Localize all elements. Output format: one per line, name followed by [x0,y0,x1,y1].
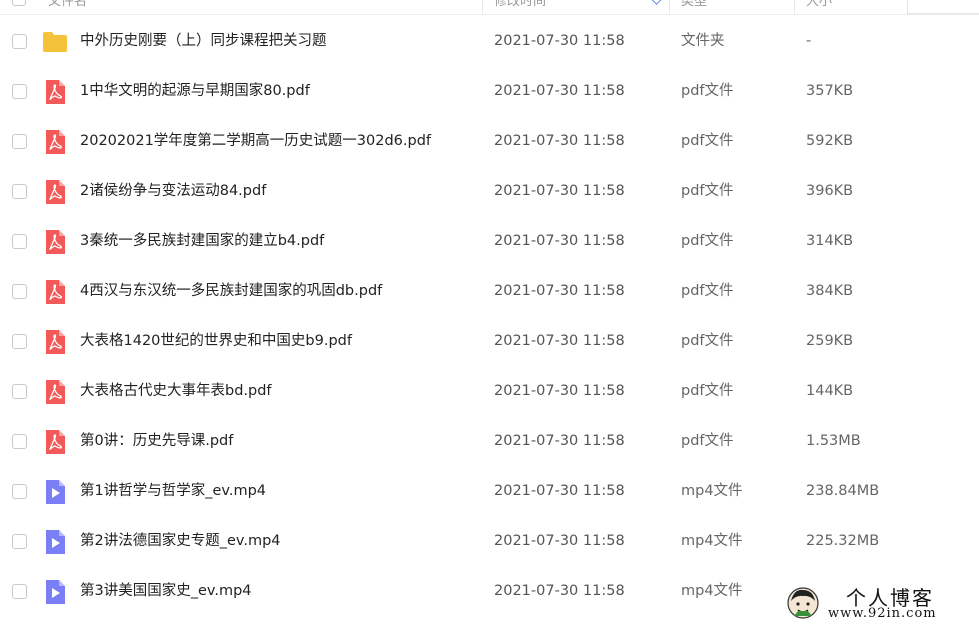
file-name[interactable]: 第1讲哲学与哲学家_ev.mp4 [80,481,266,501]
file-modified-time: 2021-07-30 11:58 [494,83,625,99]
sort-descending-icon[interactable] [650,0,663,5]
file-size: 384KB [806,283,854,299]
select-all-checkbox[interactable] [12,0,26,6]
file-name[interactable]: 第0讲：历史先导课.pdf [80,431,233,451]
pdf-file-icon [42,229,68,255]
file-name[interactable]: 中外历史刚要（上）同步课程把关习题 [80,31,327,51]
file-list: 中外历史刚要（上）同步课程把关习题 2021-07-30 11:58 文件夹 - 1中华… [0,16,979,616]
file-row[interactable]: 第0讲：历史先导课.pdf 2021-07-30 11:58 pdf文件 1.53MB [0,416,979,466]
file-row[interactable]: 1中华文明的起源与早期国家80.pdf 2021-07-30 11:58 pdf文件… [0,66,979,116]
file-type: mp4文件 [681,483,743,499]
file-type: pdf文件 [681,383,734,399]
file-modified-time: 2021-07-30 11:58 [494,183,625,199]
row-checkbox[interactable] [12,584,27,599]
file-modified-time: 2021-07-30 11:58 [494,533,625,549]
file-modified-time: 2021-07-30 11:58 [494,33,625,49]
file-type: pdf文件 [681,283,734,299]
column-divider[interactable] [482,0,483,14]
file-name[interactable]: 1中华文明的起源与早期国家80.pdf [80,81,310,101]
file-name[interactable]: 4西汉与东汉统一多民族封建国家的巩固db.pdf [80,281,382,301]
column-divider[interactable] [669,0,670,14]
file-type: pdf文件 [681,133,734,149]
file-name[interactable]: 大表格古代史大事年表bd.pdf [80,381,272,401]
file-modified-time: 2021-07-30 11:58 [494,433,625,449]
folder-icon [42,29,68,55]
file-name[interactable]: 第2讲法德国家史专题_ev.mp4 [80,531,281,551]
pdf-file-icon [42,379,68,405]
file-size: 1.53MB [806,433,861,449]
file-size: 144KB [806,383,854,399]
column-header-time[interactable]: 修改时间 [494,0,546,13]
column-header-type[interactable]: 类型 [681,0,707,13]
pdf-file-icon [42,129,68,155]
file-type: 文件夹 [681,33,725,49]
pdf-file-icon [42,279,68,305]
file-modified-time: 2021-07-30 11:58 [494,133,625,149]
file-row[interactable]: 3秦统一多民族封建国家的建立b4.pdf 2021-07-30 11:58 pdf文… [0,216,979,266]
file-size: 238.84MB [806,483,880,499]
file-size: 225.32MB [806,533,880,549]
row-checkbox[interactable] [12,134,27,149]
row-checkbox[interactable] [12,234,27,249]
file-modified-time: 2021-07-30 11:58 [494,383,625,399]
pdf-file-icon [42,79,68,105]
row-checkbox[interactable] [12,34,27,49]
file-size: 357KB [806,83,854,99]
file-size: 314KB [806,233,854,249]
file-row[interactable]: 4西汉与东汉统一多民族封建国家的巩固db.pdf 2021-07-30 11:58… [0,266,979,316]
row-checkbox[interactable] [12,84,27,99]
video-file-icon [42,529,68,555]
file-size: 396KB [806,183,854,199]
watermark: 个人博客 www.92in.com [786,582,979,626]
file-name[interactable]: 大表格1420世纪的世界史和中国史b9.pdf [80,331,352,351]
file-name[interactable]: 3秦统一多民族封建国家的建立b4.pdf [80,231,324,251]
file-name[interactable]: 20202021学年度第二学期高一历史试题一302d6.pdf [80,131,431,151]
file-modified-time: 2021-07-30 11:58 [494,233,625,249]
file-size: - [806,33,812,49]
video-file-icon [42,579,68,605]
file-type: mp4文件 [681,583,743,599]
watermark-url: www.92in.com [828,606,937,621]
file-name[interactable]: 2诸侯纷争与变法运动84.pdf [80,181,266,201]
file-type: pdf文件 [681,233,734,249]
row-checkbox[interactable] [12,184,27,199]
pdf-file-icon [42,429,68,455]
file-name[interactable]: 第3讲美国国家史_ev.mp4 [80,581,252,601]
file-modified-time: 2021-07-30 11:58 [494,483,625,499]
file-type: mp4文件 [681,533,743,549]
column-header-size[interactable]: 大小 [806,0,832,13]
row-checkbox[interactable] [12,534,27,549]
file-row[interactable]: 大表格1420世纪的世界史和中国史b9.pdf 2021-07-30 11:58 p… [0,316,979,366]
file-row[interactable]: 大表格古代史大事年表bd.pdf 2021-07-30 11:58 pdf文件 144… [0,366,979,416]
row-checkbox[interactable] [12,334,27,349]
file-row[interactable]: 第1讲哲学与哲学家_ev.mp4 2021-07-30 11:58 mp4文件 238… [0,466,979,516]
file-list-header: 文件名 修改时间 类型 大小 [0,0,979,15]
row-checkbox[interactable] [12,434,27,449]
file-row[interactable]: 20202021学年度第二学期高一历史试题一302d6.pdf 2021-07-3… [0,116,979,166]
file-type: pdf文件 [681,83,734,99]
file-row[interactable]: 中外历史刚要（上）同步课程把关习题 2021-07-30 11:58 文件夹 - [0,16,979,66]
pdf-file-icon [42,179,68,205]
column-header-name[interactable]: 文件名 [48,0,87,13]
file-modified-time: 2021-07-30 11:58 [494,283,625,299]
file-size: 259KB [806,333,854,349]
file-modified-time: 2021-07-30 11:58 [494,583,625,599]
video-file-icon [42,479,68,505]
file-row[interactable]: 2诸侯纷争与变法运动84.pdf 2021-07-30 11:58 pdf文件 396… [0,166,979,216]
file-row[interactable]: 第2讲法德国家史专题_ev.mp4 2021-07-30 11:58 mp4文件 22… [0,516,979,566]
file-type: pdf文件 [681,433,734,449]
row-checkbox[interactable] [12,384,27,399]
row-checkbox[interactable] [12,284,27,299]
file-type: pdf文件 [681,333,734,349]
file-modified-time: 2021-07-30 11:58 [494,333,625,349]
file-size: 592KB [806,133,854,149]
column-divider[interactable] [794,0,795,14]
file-type: pdf文件 [681,183,734,199]
header-extra-cell [907,0,979,14]
row-checkbox[interactable] [12,484,27,499]
avatar-icon [787,587,819,619]
pdf-file-icon [42,329,68,355]
